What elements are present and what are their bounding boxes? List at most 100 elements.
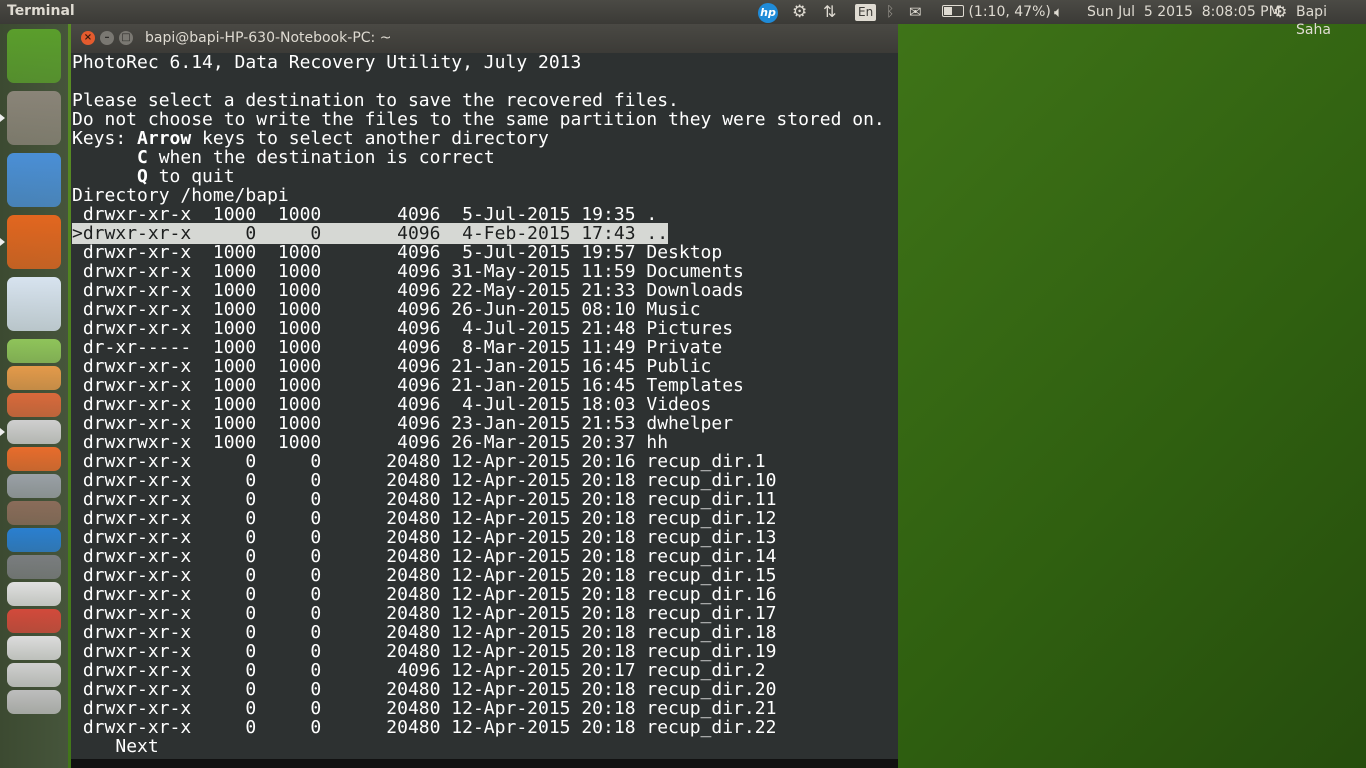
gimp-icon[interactable] bbox=[7, 501, 61, 525]
window-titlebar[interactable]: × – □ bapi@bapi-HP-630-Notebook-PC: ~ bbox=[71, 24, 898, 53]
directory-entry[interactable]: drwxr-xr-x 1000 1000 4096 4-Jul-2015 18:… bbox=[71, 395, 898, 414]
directory-entry[interactable]: drwxr-xr-x 1000 1000 4096 21-Jan-2015 16… bbox=[71, 376, 898, 395]
selection-marker bbox=[72, 318, 83, 339]
running-app-indicator bbox=[0, 238, 5, 246]
selection-marker bbox=[72, 527, 83, 548]
disk-icon[interactable] bbox=[7, 636, 61, 660]
clock[interactable]: Sun Jul 5 2015 8:08:05 PM bbox=[1087, 3, 1281, 21]
entry-text: drwxr-xr-x 0 0 20480 12-Apr-2015 20:18 r… bbox=[82, 470, 777, 491]
libreoffice-calc-icon[interactable] bbox=[7, 339, 61, 363]
keyboard-indicator[interactable]: En bbox=[855, 3, 877, 21]
directory-entry[interactable]: drwxr-xr-x 0 0 4096 12-Apr-2015 20:17 re… bbox=[71, 661, 898, 680]
directory-entry[interactable]: drwxr-xr-x 1000 1000 4096 26-Jun-2015 08… bbox=[71, 300, 898, 319]
media-player-icon[interactable] bbox=[7, 609, 61, 633]
network-arrows-icon[interactable]: ⇅ bbox=[823, 3, 836, 21]
window-title: bapi@bapi-HP-630-Notebook-PC: ~ bbox=[145, 30, 392, 46]
keys-help-q: Q to quit bbox=[71, 167, 898, 186]
directory-entry[interactable]: drwxr-xr-x 1000 1000 4096 31-May-2015 11… bbox=[71, 262, 898, 281]
instruction-line-1: Please select a destination to save the … bbox=[72, 90, 679, 111]
selection-marker bbox=[72, 451, 83, 472]
terminal-content[interactable]: PhotoRec 6.14, Data Recovery Utility, Ju… bbox=[71, 53, 898, 768]
selection-marker bbox=[72, 622, 83, 643]
entry-text: drwxr-xr-x 0 0 20480 12-Apr-2015 20:18 r… bbox=[82, 603, 777, 624]
directory-entry[interactable]: drwxr-xr-x 0 0 20480 12-Apr-2015 20:18 r… bbox=[71, 604, 898, 623]
libreoffice-impress-icon[interactable] bbox=[7, 366, 61, 390]
bluetooth-icon[interactable]: ᛒ bbox=[886, 3, 894, 21]
directory-entry[interactable]: drwxr-xr-x 0 0 20480 12-Apr-2015 20:18 r… bbox=[71, 566, 898, 585]
directory-entry[interactable]: drwxr-xr-x 0 0 20480 12-Apr-2015 20:18 r… bbox=[71, 699, 898, 718]
entry-text: drwxr-xr-x 1000 1000 4096 4-Jul-2015 21:… bbox=[82, 318, 734, 339]
directory-entry[interactable]: drwxr-xr-x 1000 1000 4096 22-May-2015 21… bbox=[71, 281, 898, 300]
directory-entry[interactable]: drwxr-xr-x 0 0 20480 12-Apr-2015 20:18 r… bbox=[71, 642, 898, 661]
terminal-window: × – □ bapi@bapi-HP-630-Notebook-PC: ~ Ph… bbox=[71, 24, 898, 768]
software-center-icon[interactable] bbox=[7, 447, 61, 471]
files-icon[interactable] bbox=[7, 91, 61, 145]
directory-entry[interactable]: drwxr-xr-x 0 0 20480 12-Apr-2015 20:18 r… bbox=[71, 490, 898, 509]
directory-entry[interactable]: dr-xr----- 1000 1000 4096 8-Mar-2015 11:… bbox=[71, 338, 898, 357]
directory-entry[interactable]: >drwxr-xr-x 0 0 4096 4-Feb-2015 17:43 .. bbox=[71, 223, 898, 244]
workspace-icon[interactable] bbox=[7, 663, 61, 687]
directory-entry[interactable]: drwxr-xr-x 0 0 20480 12-Apr-2015 20:18 r… bbox=[71, 623, 898, 642]
next-page-link[interactable]: Next bbox=[71, 737, 898, 756]
settings-indicator-icon[interactable]: ⚙ bbox=[792, 3, 807, 21]
chromium-icon[interactable] bbox=[7, 153, 61, 207]
calculator-icon[interactable] bbox=[7, 474, 61, 498]
close-window-button[interactable]: × bbox=[81, 31, 95, 45]
selection-marker bbox=[72, 584, 83, 605]
libreoffice-writer-icon[interactable] bbox=[7, 277, 61, 331]
directory-entry[interactable]: drwxr-xr-x 0 0 20480 12-Apr-2015 20:18 r… bbox=[71, 528, 898, 547]
volume-icon[interactable]: 🔈︎ bbox=[1054, 3, 1063, 21]
trash-icon[interactable] bbox=[7, 690, 61, 714]
directory-entry[interactable]: drwxr-xr-x 0 0 20480 12-Apr-2015 20:18 r… bbox=[71, 680, 898, 699]
maximize-window-button[interactable]: □ bbox=[119, 31, 133, 45]
scanner-icon[interactable] bbox=[7, 420, 61, 444]
selection-marker bbox=[72, 698, 83, 719]
firefox-icon[interactable] bbox=[7, 215, 61, 269]
user-name[interactable]: Bapi Saha bbox=[1296, 3, 1366, 39]
selection-marker bbox=[72, 356, 83, 377]
next-label[interactable]: Next bbox=[115, 736, 158, 757]
selection-marker bbox=[72, 641, 83, 662]
directory-entry[interactable]: drwxrwxr-x 1000 1000 4096 26-Mar-2015 20… bbox=[71, 433, 898, 452]
selection-marker bbox=[72, 717, 83, 738]
config-icon[interactable] bbox=[7, 555, 61, 579]
directory-entry[interactable]: drwxr-xr-x 1000 1000 4096 4-Jul-2015 21:… bbox=[71, 319, 898, 338]
entry-text: drwxr-xr-x 0 0 20480 12-Apr-2015 20:18 r… bbox=[82, 717, 777, 738]
directory-entry[interactable]: drwxr-xr-x 1000 1000 4096 5-Jul-2015 19:… bbox=[71, 243, 898, 262]
running-app-indicator bbox=[0, 114, 5, 122]
directory-entry[interactable]: drwxr-xr-x 0 0 20480 12-Apr-2015 20:18 r… bbox=[71, 509, 898, 528]
selection-marker bbox=[72, 261, 83, 282]
key-c-desc: when the destination is correct bbox=[147, 147, 495, 168]
entry-text: drwxr-xr-x 0 0 20480 12-Apr-2015 20:18 r… bbox=[82, 622, 777, 643]
selection-marker bbox=[72, 679, 83, 700]
directory-entry[interactable]: drwxr-xr-x 1000 1000 4096 23-Jan-2015 21… bbox=[71, 414, 898, 433]
directory-entry[interactable]: drwxr-xr-x 1000 1000 4096 5-Jul-2015 19:… bbox=[71, 205, 898, 224]
key-q: Q bbox=[137, 166, 148, 187]
directory-entry[interactable]: drwxr-xr-x 0 0 20480 12-Apr-2015 20:16 r… bbox=[71, 452, 898, 471]
battery-indicator[interactable]: (1:10, 47%) bbox=[942, 3, 1051, 21]
mail-icon[interactable]: ✉ bbox=[909, 3, 922, 21]
top-panel: Terminal hp ⚙ ⇅ En ᛒ ✉ (1:10, 47%) 🔈︎ Su… bbox=[0, 0, 1366, 38]
directory-entry[interactable]: drwxr-xr-x 0 0 20480 12-Apr-2015 20:18 r… bbox=[71, 471, 898, 490]
entry-text: drwxr-xr-x 0 0 20480 12-Apr-2015 20:18 r… bbox=[82, 679, 777, 700]
keyboard-layout-badge: En bbox=[855, 4, 877, 21]
video-editor-icon[interactable] bbox=[7, 528, 61, 552]
current-directory: Directory /home/bapi bbox=[72, 185, 289, 206]
minimize-window-button[interactable]: – bbox=[100, 31, 114, 45]
ubuntu-dash-icon[interactable] bbox=[7, 29, 61, 83]
directory-entry[interactable]: drwxr-xr-x 0 0 20480 12-Apr-2015 20:18 r… bbox=[71, 718, 898, 737]
directory-entry[interactable]: drwxr-xr-x 1000 1000 4096 21-Jan-2015 16… bbox=[71, 357, 898, 376]
selection-marker bbox=[72, 470, 83, 491]
entry-text: drwxr-xr-x 1000 1000 4096 23-Jan-2015 21… bbox=[82, 413, 734, 434]
key-q-desc: to quit bbox=[147, 166, 235, 187]
hp-icon: hp bbox=[758, 3, 778, 23]
directory-entry[interactable]: drwxr-xr-x 0 0 20480 12-Apr-2015 20:18 r… bbox=[71, 585, 898, 604]
entry-text: drwxr-xr-x 0 0 20480 12-Apr-2015 20:16 r… bbox=[82, 451, 766, 472]
hp-indicator[interactable]: hp bbox=[758, 3, 778, 23]
session-gear-icon[interactable]: ⚙ bbox=[1273, 3, 1287, 21]
entry-text: drwxr-xr-x 0 0 4096 4-Feb-2015 17:43 .. bbox=[82, 223, 669, 244]
draw-icon[interactable] bbox=[7, 393, 61, 417]
directory-entry[interactable]: drwxr-xr-x 0 0 20480 12-Apr-2015 20:18 r… bbox=[71, 547, 898, 566]
text-editor-icon[interactable] bbox=[7, 582, 61, 606]
